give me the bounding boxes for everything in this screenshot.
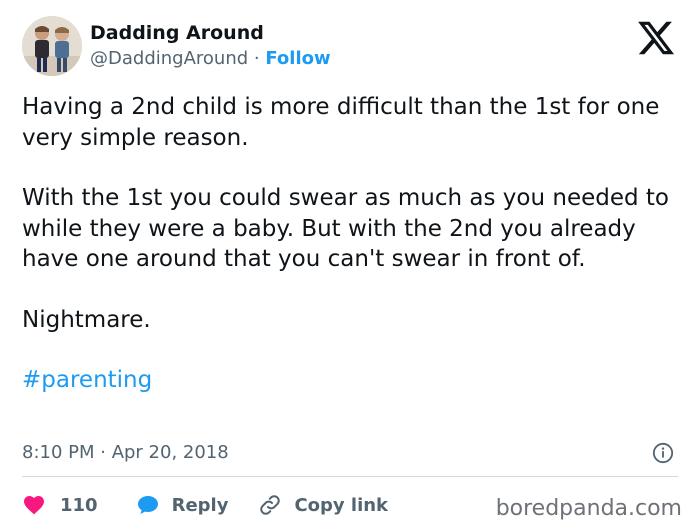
reply-button[interactable]: Reply xyxy=(136,493,229,517)
tweet-timestamp[interactable]: 8:10 PM · Apr 20, 2018 xyxy=(22,442,229,463)
hashtag-link[interactable]: #parenting xyxy=(22,367,152,393)
tweet-paragraph: Having a 2nd child is more difficult tha… xyxy=(22,94,660,151)
separator-dot: · xyxy=(253,48,260,69)
speech-bubble-icon xyxy=(137,496,158,514)
author-handle[interactable]: @DaddingAround xyxy=(90,48,248,69)
copy-link-label: Copy link xyxy=(294,494,389,516)
tweet-body: Having a 2nd child is more difficult tha… xyxy=(22,92,682,396)
author-name[interactable]: Dadding Around xyxy=(90,22,264,44)
avatar-photo xyxy=(22,16,82,76)
tweet-paragraph: Nightmare. xyxy=(22,306,151,333)
info-icon[interactable] xyxy=(652,442,674,464)
copy-link-button[interactable]: Copy link xyxy=(258,493,388,517)
reply-label: Reply xyxy=(171,494,229,516)
like-button[interactable]: 110 xyxy=(22,493,98,517)
action-bar: 110 Reply Copy link xyxy=(22,490,388,520)
watermark: boredpanda.com xyxy=(495,496,682,521)
tweet-paragraph: With the 1st you could swear as much as … xyxy=(22,185,669,272)
link-icon xyxy=(260,495,281,515)
follow-button[interactable]: Follow xyxy=(265,48,330,69)
avatar[interactable] xyxy=(22,16,82,76)
author-handle-line: @DaddingAround · Follow xyxy=(90,48,331,69)
divider xyxy=(22,476,678,477)
heart-icon xyxy=(24,496,44,515)
like-count: 110 xyxy=(60,494,98,516)
x-logo-icon[interactable] xyxy=(636,18,676,58)
